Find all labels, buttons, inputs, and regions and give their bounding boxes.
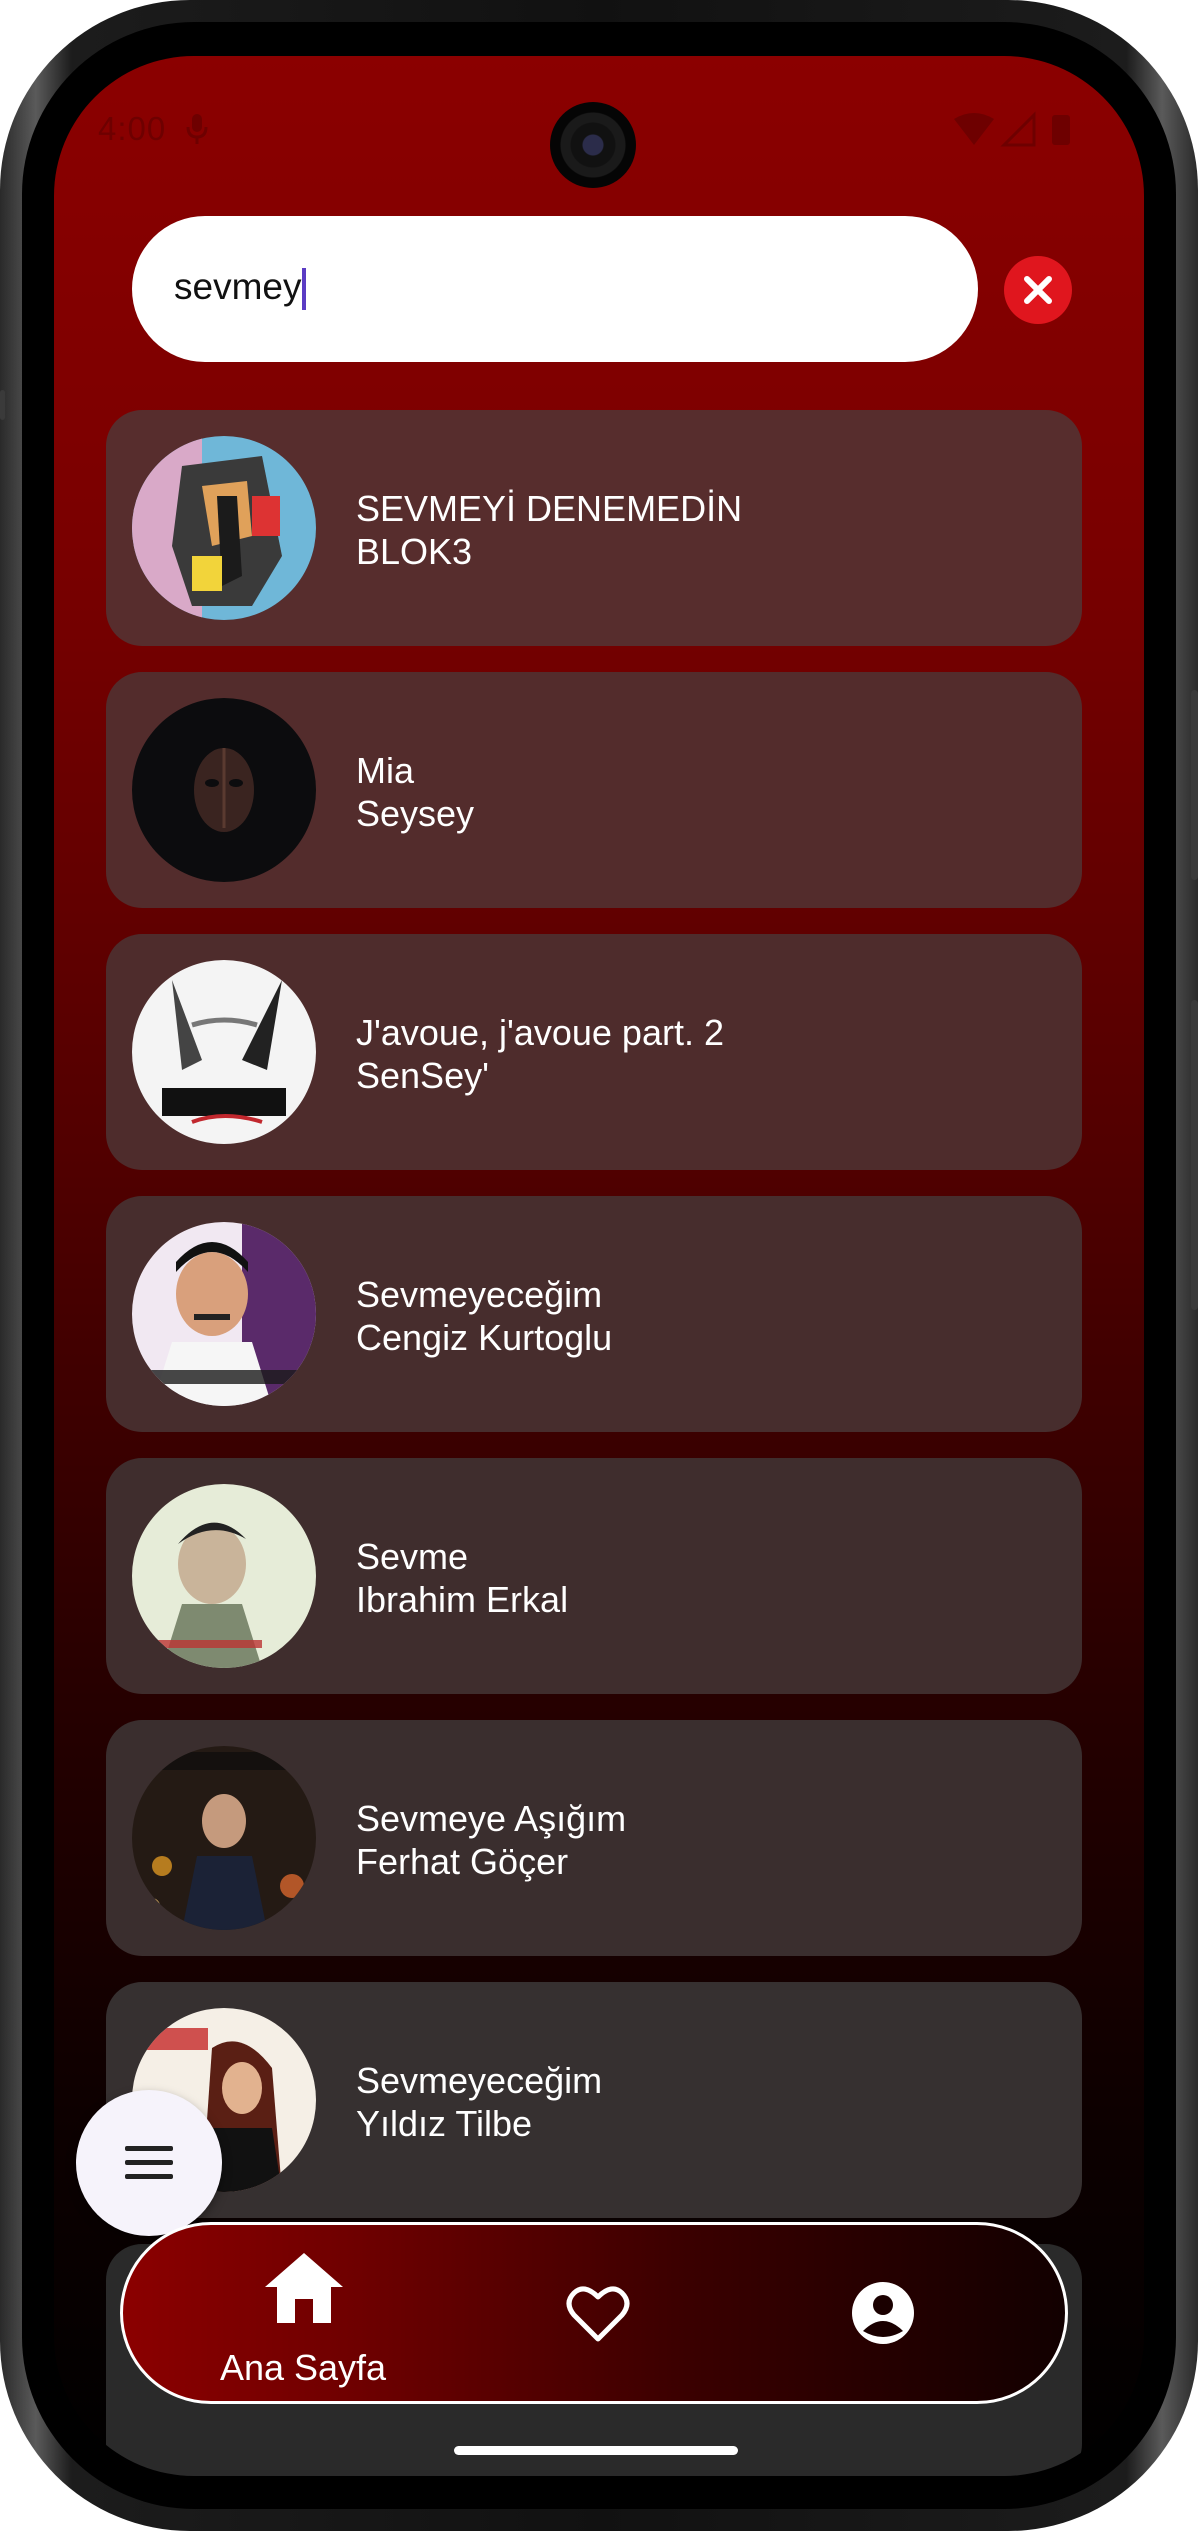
search-query-text: sevmey (174, 266, 302, 307)
volume-button (1191, 1000, 1198, 1310)
album-art (132, 1746, 316, 1930)
battery-icon (1052, 115, 1070, 145)
bottom-nav: Ana Sayfa (120, 2222, 1068, 2404)
status-time: 4:00 (98, 110, 167, 147)
track-artist: BLOK3 (356, 531, 473, 572)
menu-icon (125, 2146, 173, 2151)
album-art (132, 698, 316, 882)
track-artist: SenSey' (356, 1055, 489, 1096)
signal-icon (1000, 111, 1036, 147)
result-card[interactable]: Mia Seysey (106, 672, 1082, 908)
menu-icon-line (125, 2174, 173, 2179)
heart-icon (566, 2286, 630, 2342)
track-title: SEVMEYİ DENEMEDİN (356, 488, 743, 529)
home-gesture-bar (454, 2446, 738, 2455)
menu-icon-line (125, 2160, 173, 2165)
result-card[interactable]: Sevme Ibrahim Erkal (106, 1458, 1082, 1694)
frame-notch (0, 390, 5, 420)
close-icon (1024, 276, 1052, 304)
menu-fab-button[interactable] (76, 2090, 222, 2236)
track-artist: Ferhat Göçer (356, 1841, 569, 1882)
power-button (1191, 690, 1198, 880)
nav-home-label: Ana Sayfa (219, 2347, 387, 2388)
track-title: Sevme (356, 1536, 469, 1577)
track-artist: Ibrahim Erkal (356, 1579, 569, 1620)
album-art (132, 1484, 316, 1668)
track-title: Sevmeye Aşığım (356, 1798, 627, 1839)
nav-profile[interactable] (813, 2225, 953, 2401)
album-art (132, 1222, 316, 1406)
track-title: Sevmeyeceğim (356, 1274, 603, 1315)
front-camera (550, 102, 636, 188)
result-card[interactable]: J'avoue, j'avoue part. 2 SenSey' (106, 934, 1082, 1170)
status-icons (954, 111, 1070, 147)
track-title: Sevmeyeceğim (356, 2060, 603, 2101)
home-icon (265, 2253, 343, 2323)
result-card[interactable]: Sevmeyeceğim Yıldız Tilbe (106, 1982, 1082, 2218)
album-art (132, 960, 316, 1144)
album-art (132, 436, 316, 620)
wifi-icon (954, 113, 994, 145)
account-icon (852, 2282, 914, 2344)
track-artist: Seysey (356, 793, 475, 834)
track-title: J'avoue, j'avoue part. 2 (356, 1012, 724, 1053)
search-input[interactable]: sevmey (132, 216, 978, 362)
track-title: Mia (356, 750, 415, 791)
microphone-icon (186, 114, 208, 144)
track-artist: Cengiz Kurtoglu (356, 1317, 613, 1358)
result-card[interactable]: Sevmeyeceğim Cengiz Kurtoglu (106, 1196, 1082, 1432)
track-artist: Yıldız Tilbe (356, 2103, 533, 2144)
nav-favorites[interactable] (528, 2225, 668, 2401)
phone-frame: 4:00 sevmey SEVMEYİ DENEMEDİN BLOK3 Mia … (0, 0, 1198, 2531)
nav-home[interactable]: Ana Sayfa (183, 2225, 423, 2401)
clear-search-button[interactable] (1004, 256, 1072, 324)
screen: 4:00 sevmey SEVMEYİ DENEMEDİN BLOK3 Mia … (54, 56, 1144, 2476)
result-card[interactable]: Sevmeye Aşığım Ferhat Göçer (106, 1720, 1082, 1956)
result-card[interactable]: SEVMEYİ DENEMEDİN BLOK3 (106, 410, 1082, 646)
text-caret (302, 268, 306, 310)
